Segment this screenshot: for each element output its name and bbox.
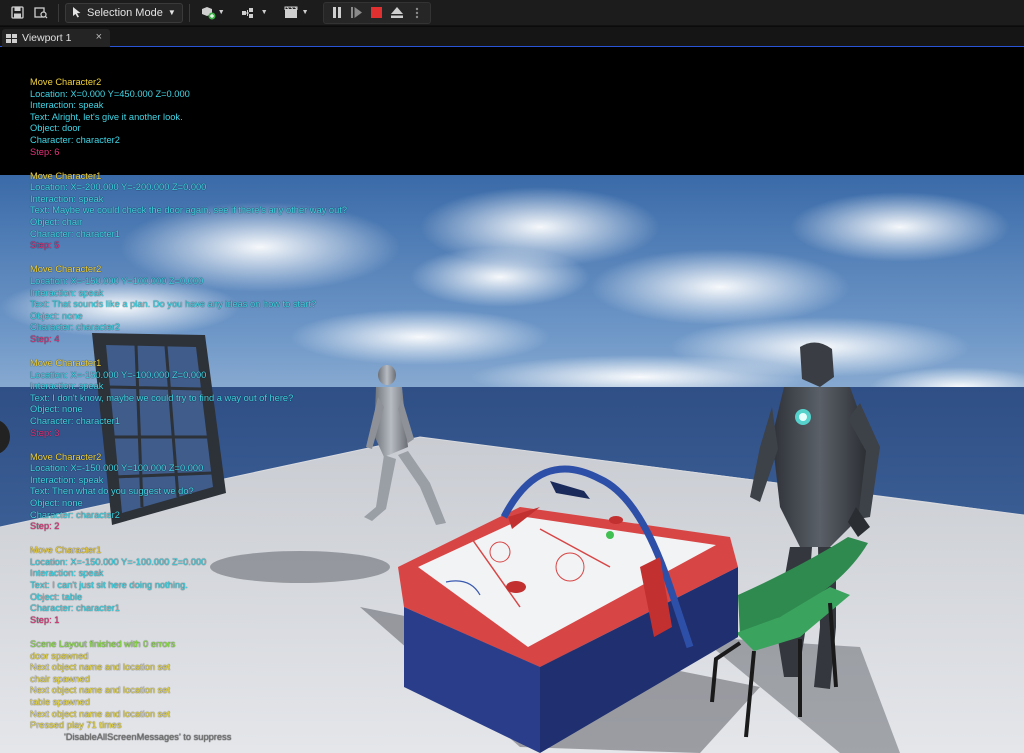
log-next-object: Next object name and location set bbox=[30, 685, 171, 696]
log-step: Step: 5 bbox=[30, 240, 60, 251]
log-block: Move Character1 Location: X=-200.000 Y=-… bbox=[30, 171, 347, 252]
log-block: Move Character2 Location: X=-150.000 Y=1… bbox=[30, 452, 347, 533]
log-interaction: Interaction: speak bbox=[30, 287, 104, 298]
stop-icon[interactable] bbox=[368, 4, 386, 22]
tab-bar: Viewport 1 × bbox=[0, 27, 1024, 47]
log-location: Location: X=0.000 Y=450.000 Z=0.000 bbox=[30, 88, 190, 99]
log-title: Move Character1 bbox=[30, 545, 102, 556]
viewport[interactable]: Move Character2 Location: X=0.000 Y=450.… bbox=[0, 47, 1024, 753]
log-object: Object: none bbox=[30, 310, 83, 321]
pause-icon[interactable] bbox=[328, 4, 346, 22]
log-character: Character: character2 bbox=[30, 322, 120, 333]
close-icon[interactable]: × bbox=[96, 31, 102, 43]
log-location: Location: X=-150.000 Y=-100.000 Z=0.000 bbox=[30, 556, 207, 567]
log-location: Location: X=-150.000 Y=100.000 Z=0.000 bbox=[30, 463, 204, 474]
log-text: Text: Alright, let's give it another loo… bbox=[30, 111, 183, 122]
log-interaction: Interaction: speak bbox=[30, 474, 104, 485]
log-block: Move Character2 Location: X=-150.000 Y=1… bbox=[30, 264, 347, 345]
log-title: Move Character2 bbox=[30, 451, 102, 462]
log-step: Step: 1 bbox=[30, 614, 60, 625]
log-object: Object: table bbox=[30, 591, 83, 602]
log-suppress-hint: 'DisableAllScreenMessages' to suppress bbox=[64, 731, 232, 742]
log-text: Text: Maybe we could check the door agai… bbox=[30, 205, 348, 216]
step-icon[interactable] bbox=[348, 4, 366, 22]
add-actor-icon bbox=[201, 6, 216, 19]
main-toolbar: Selection Mode ▼ ▼ ▼ ▼ bbox=[0, 0, 1024, 26]
log-title: Move Character2 bbox=[30, 77, 102, 87]
log-text: Text: That sounds like a plan. Do you ha… bbox=[30, 299, 317, 310]
chevron-down-icon: ▼ bbox=[260, 9, 268, 16]
log-step: Step: 6 bbox=[30, 146, 60, 157]
log-character: Character: character2 bbox=[30, 509, 120, 520]
log-location: Location: X=-150.000 Y=100.000 Z=0.000 bbox=[30, 275, 204, 286]
cinematics-dropdown[interactable]: ▼ bbox=[280, 3, 313, 23]
log-text: Text: I can't just sit here doing nothin… bbox=[30, 580, 188, 591]
log-title: Move Character1 bbox=[30, 170, 102, 181]
log-scene-layout: Scene Layout finished with 0 errors bbox=[30, 638, 176, 649]
tab-label: Viewport 1 bbox=[22, 32, 72, 44]
log-next-object: Next object name and location set bbox=[30, 708, 171, 719]
log-interaction: Interaction: speak bbox=[30, 100, 104, 111]
log-status-block: Scene Layout finished with 0 errors door… bbox=[30, 639, 347, 743]
log-title: Move Character1 bbox=[30, 357, 102, 368]
screen-debug-log: Move Character2 Location: X=0.000 Y=450.… bbox=[30, 77, 347, 753]
log-step: Step: 2 bbox=[30, 521, 60, 532]
eject-icon[interactable] bbox=[388, 4, 406, 22]
log-block: Move Character2 Location: X=0.000 Y=450.… bbox=[30, 77, 347, 158]
log-block: Move Character1 Location: X=-150.000 Y=-… bbox=[30, 358, 347, 439]
log-table-spawned: table spawned bbox=[30, 696, 90, 707]
log-character: Character: character1 bbox=[30, 228, 120, 239]
chevron-down-icon: ▼ bbox=[217, 9, 225, 16]
log-text: Text: Then what do you suggest we do? bbox=[30, 486, 194, 497]
selection-mode-label: Selection Mode bbox=[87, 6, 163, 19]
log-character: Character: character2 bbox=[30, 134, 120, 145]
log-interaction: Interaction: speak bbox=[30, 568, 104, 579]
log-next-object: Next object name and location set bbox=[30, 662, 171, 673]
log-step: Step: 3 bbox=[30, 427, 60, 438]
separator bbox=[58, 3, 59, 22]
log-character: Character: character1 bbox=[30, 415, 120, 426]
tab-viewport-1[interactable]: Viewport 1 × bbox=[2, 29, 110, 47]
blueprint-icon bbox=[241, 7, 253, 18]
viewport-icon bbox=[6, 33, 17, 43]
log-chair-spawned: chair spawned bbox=[30, 673, 90, 684]
chevron-down-icon: ▼ bbox=[301, 9, 309, 16]
log-interaction: Interaction: speak bbox=[30, 193, 104, 204]
selection-mode-dropdown[interactable]: Selection Mode ▼ bbox=[65, 2, 183, 23]
more-icon[interactable] bbox=[408, 4, 426, 22]
log-interaction: Interaction: speak bbox=[30, 381, 104, 392]
log-block: Move Character1 Location: X=-150.000 Y=-… bbox=[30, 545, 347, 626]
log-pressed-play: Pressed play 71 times bbox=[30, 720, 122, 731]
log-character: Character: character1 bbox=[30, 603, 120, 614]
cursor-icon bbox=[73, 7, 81, 18]
log-object: Object: chair bbox=[30, 217, 83, 228]
cinematics-icon bbox=[284, 6, 298, 18]
log-door-spawned: door spawned bbox=[30, 650, 89, 661]
browse-icon[interactable] bbox=[30, 3, 52, 23]
chevron-down-icon: ▼ bbox=[167, 8, 176, 17]
log-title: Move Character2 bbox=[30, 264, 102, 275]
add-actor-dropdown[interactable]: ▼ bbox=[196, 3, 229, 23]
log-object: Object: none bbox=[30, 404, 83, 415]
blueprint-dropdown[interactable]: ▼ bbox=[237, 3, 272, 23]
log-object: Object: none bbox=[30, 498, 83, 508]
log-location: Location: X=-150.000 Y=-100.000 Z=0.000 bbox=[30, 369, 207, 380]
log-text: Text: I don't know, maybe we could try t… bbox=[30, 392, 294, 403]
log-object: Object: door bbox=[30, 123, 81, 134]
log-location: Location: X=-200.000 Y=-200.000 Z=0.000 bbox=[30, 182, 207, 193]
play-controls bbox=[322, 1, 431, 24]
save-icon[interactable] bbox=[6, 3, 28, 23]
log-step: Step: 4 bbox=[30, 333, 60, 344]
separator bbox=[188, 3, 190, 22]
